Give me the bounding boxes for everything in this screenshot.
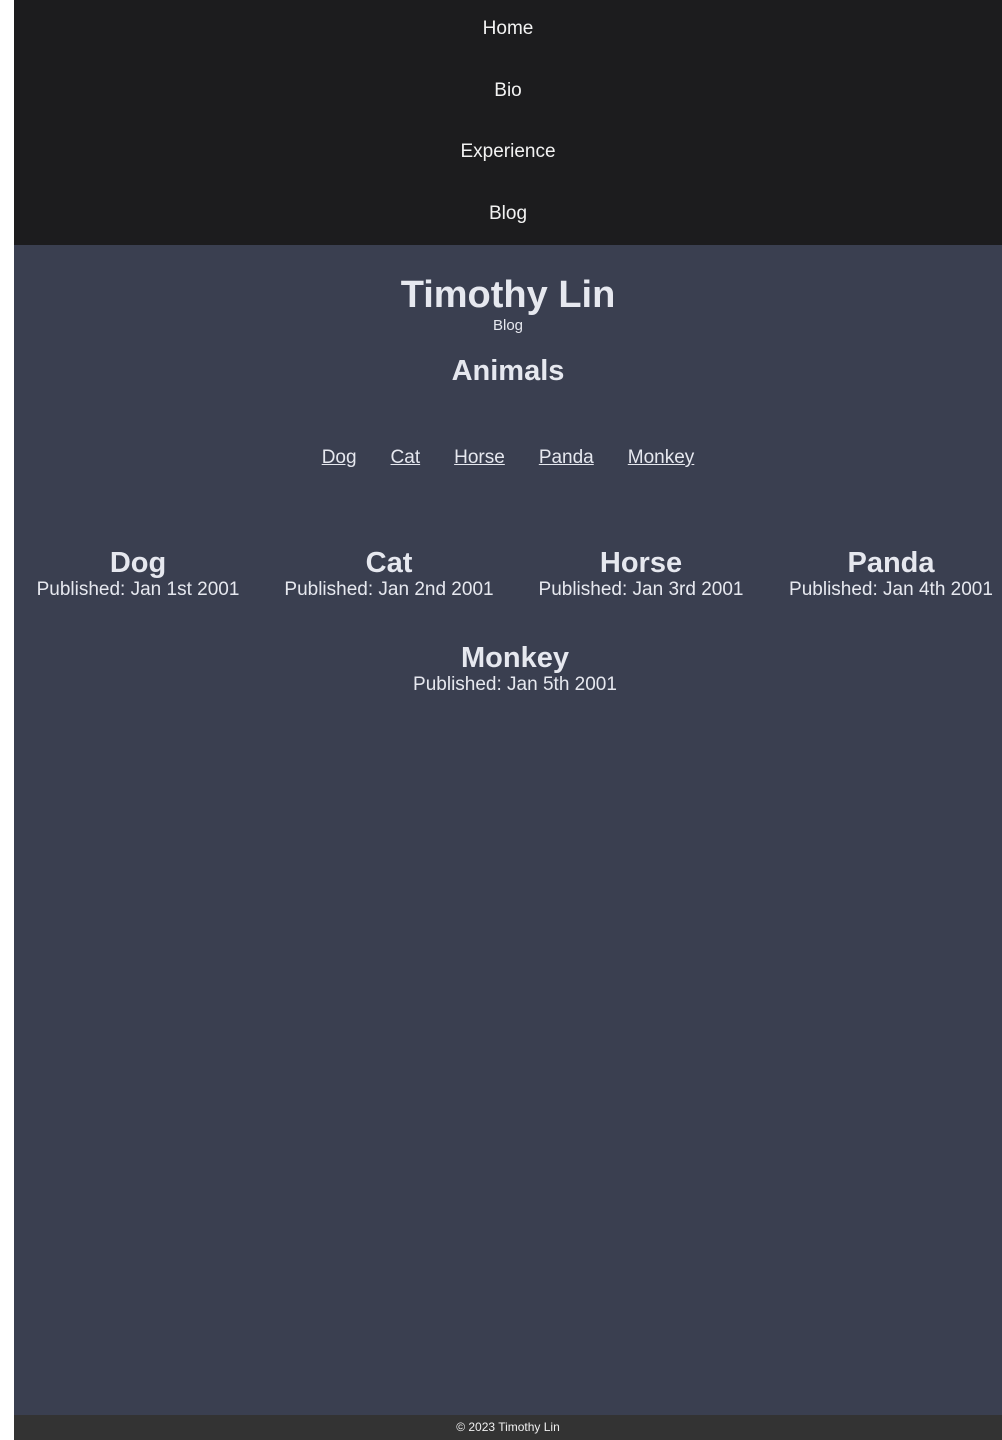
post-card-cat: Cat Published: Jan 2nd 2001 <box>269 548 509 602</box>
anchor-link-dog[interactable]: Dog <box>322 447 357 468</box>
main-nav: Home Bio Experience Blog <box>14 0 1002 245</box>
copyright-text: © 2023 Timothy Lin <box>456 1420 560 1434</box>
post-card-panda: Panda Published: Jan 4th 2001 <box>771 548 1002 602</box>
post-date: Published: Jan 1st 2001 <box>36 579 240 600</box>
nav-item-experience[interactable]: Experience <box>14 140 1002 164</box>
post-date: Published: Jan 2nd 2001 <box>284 579 494 600</box>
post-title[interactable]: Dog <box>18 548 258 578</box>
site-title: Timothy Lin <box>400 274 616 316</box>
post-date: Published: Jan 3rd 2001 <box>538 579 744 600</box>
page-frame: Home Bio Experience Blog Timothy Lin Blo… <box>14 0 1002 1440</box>
post-date: Published: Jan 4th 2001 <box>789 579 993 600</box>
post-title[interactable]: Horse <box>521 548 761 578</box>
post-card-monkey: Monkey Published: Jan 5th 2001 <box>395 643 635 697</box>
anchor-link-panda[interactable]: Panda <box>539 447 594 468</box>
post-card-horse: Horse Published: Jan 3rd 2001 <box>521 548 761 602</box>
anchor-link-cat[interactable]: Cat <box>391 447 421 468</box>
anchor-link-horse[interactable]: Horse <box>454 447 505 468</box>
nav-item-home[interactable]: Home <box>14 17 1002 41</box>
section-title: Animals <box>451 355 565 387</box>
site-subtitle: Blog <box>492 317 524 334</box>
nav-item-blog[interactable]: Blog <box>14 202 1002 226</box>
post-card-dog: Dog Published: Jan 1st 2001 <box>18 548 258 602</box>
post-title[interactable]: Monkey <box>395 643 635 673</box>
post-anchor-links: Dog Cat Horse Panda Monkey <box>14 446 1002 470</box>
post-title[interactable]: Cat <box>269 548 509 578</box>
nav-item-bio[interactable]: Bio <box>14 79 1002 103</box>
post-title[interactable]: Panda <box>771 548 1002 578</box>
anchor-link-monkey[interactable]: Monkey <box>628 447 695 468</box>
post-date: Published: Jan 5th 2001 <box>413 674 617 695</box>
footer: © 2023 Timothy Lin <box>14 1415 1002 1440</box>
